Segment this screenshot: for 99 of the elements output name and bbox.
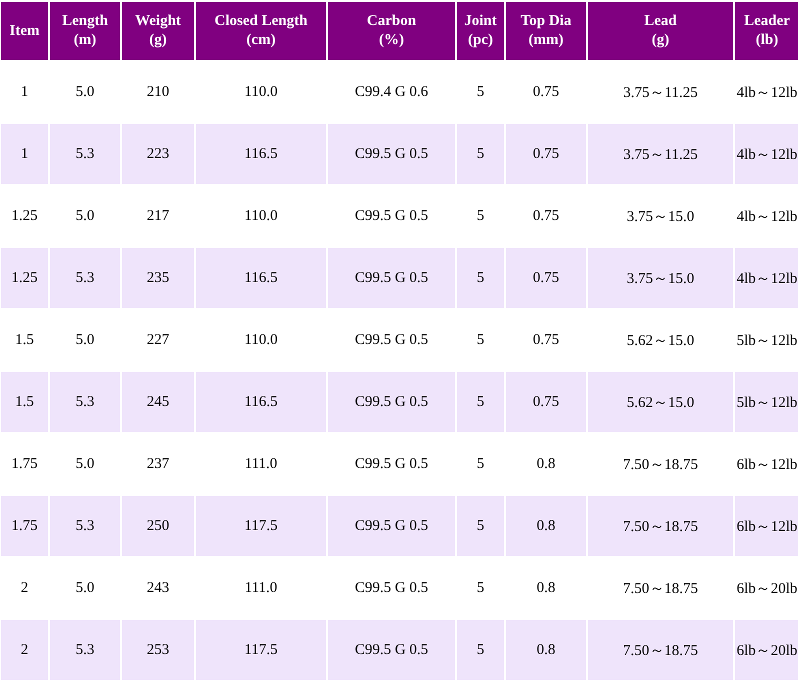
table-cell-text: 110.0 [243, 206, 279, 226]
table-cell-text: 3.75～15.0 [626, 208, 696, 226]
table-cell: 5.3 [50, 496, 120, 556]
table-cell-text: 6lb～12lb [736, 456, 798, 474]
table-cell: 1.75 [1, 496, 48, 556]
table-cell: C99.5 G 0.5 [328, 372, 455, 432]
column-header: Closed Length (cm) [196, 2, 326, 60]
table-cell: C99.5 G 0.5 [328, 124, 455, 184]
table-cell-text: 5 [476, 578, 486, 598]
table-cell-text: 5 [476, 206, 486, 226]
table-cell: 0.75 [506, 124, 586, 184]
table-cell: 1.5 [1, 372, 48, 432]
table-cell-text: 227 [146, 330, 170, 350]
table-cell: C99.5 G 0.5 [328, 248, 455, 308]
table-cell: 0.75 [506, 248, 586, 308]
table-cell-text: 5lb～12lb [736, 332, 798, 350]
table-cell-text: 110.0 [243, 330, 279, 350]
table-cell-text: C99.5 G 0.5 [354, 454, 430, 474]
table-cell-text: C99.5 G 0.5 [354, 578, 430, 598]
table-cell: 1.25 [1, 248, 48, 308]
table-cell-text: 5.0 [74, 82, 96, 102]
table-cell: 116.5 [196, 124, 326, 184]
column-header: Joint (pc) [457, 2, 504, 60]
table-cell-text: 0.75 [532, 330, 560, 350]
table-cell-text: 5 [476, 454, 486, 474]
table-cell-text: 0.8 [536, 454, 556, 474]
table-cell-text: 5 [476, 82, 486, 102]
table-cell-text: 5.0 [74, 578, 96, 598]
table-cell: 0.75 [506, 372, 586, 432]
table-cell-text: 210 [146, 82, 170, 102]
table-cell: 4lb～12lb [735, 248, 798, 308]
table-cell: 2 [1, 620, 48, 680]
table-cell: 117.5 [196, 496, 326, 556]
table-cell: 5lb～12lb [735, 372, 798, 432]
table-cell-text: 243 [146, 578, 170, 598]
table-cell: 0.8 [506, 496, 586, 556]
table-cell: 5 [457, 248, 504, 308]
table-cell-text: 5.0 [74, 206, 96, 226]
table-cell-text: 0.75 [532, 82, 560, 102]
table-cell: 6lb～12lb [735, 496, 798, 556]
table-cell: 5 [457, 496, 504, 556]
table-cell: 4lb～12lb [735, 124, 798, 184]
table-cell: 116.5 [196, 372, 326, 432]
table-cell: 223 [122, 124, 194, 184]
table-cell-text: 0.8 [536, 578, 556, 598]
table-cell: 116.5 [196, 248, 326, 308]
table-cell-text: 111.0 [244, 578, 278, 598]
table-cell-text: 1 [20, 82, 30, 102]
table-cell: 253 [122, 620, 194, 680]
column-header: Weight (g) [122, 2, 194, 60]
table-cell: 7.50～18.75 [588, 496, 733, 556]
table-cell: 5.62～15.0 [588, 372, 733, 432]
table-cell: 5.3 [50, 620, 120, 680]
table-cell: C99.5 G 0.5 [328, 496, 455, 556]
column-header: Length (m) [50, 2, 120, 60]
table-cell: 0.8 [506, 620, 586, 680]
table-cell: 1 [1, 124, 48, 184]
table-cell-text: 110.0 [243, 82, 279, 102]
table-cell-text: 3.75～11.25 [622, 84, 699, 102]
table-cell-text: 1.75 [10, 454, 39, 474]
table-cell: 3.75～11.25 [588, 124, 733, 184]
table-cell-text: 4lb～12lb [736, 84, 798, 102]
table-cell-text: 5 [476, 330, 486, 350]
table-cell-text: 1.5 [14, 330, 35, 350]
table-cell: 3.75～15.0 [588, 248, 733, 308]
table-cell-text: 7.50～18.75 [622, 456, 699, 474]
table-cell: 5.3 [50, 248, 120, 308]
table-cell-text: C99.4 G 0.6 [354, 82, 430, 102]
table-cell: 235 [122, 248, 194, 308]
table-cell: 5 [457, 124, 504, 184]
table-cell: 245 [122, 372, 194, 432]
column-header: Top Dia (mm) [506, 2, 586, 60]
table-cell: 250 [122, 496, 194, 556]
table-cell-text: C99.5 G 0.5 [354, 330, 430, 350]
table-cell-text: 5.0 [74, 330, 96, 350]
column-header: Lead (g) [588, 2, 733, 60]
table-cell-text: C99.5 G 0.5 [354, 206, 430, 226]
table-cell: 5.3 [50, 372, 120, 432]
column-header: Item [1, 2, 48, 60]
table-cell-text: 237 [146, 454, 170, 474]
table-cell-text: 4lb～12lb [736, 208, 798, 226]
table-cell: 5 [457, 372, 504, 432]
table-cell: 5.3 [50, 124, 120, 184]
table-cell-text: 7.50～18.75 [622, 580, 699, 598]
table-cell-text: 111.0 [244, 454, 278, 474]
column-header: Leader (lb) [735, 2, 798, 60]
table-cell-text: 1.25 [10, 206, 39, 226]
table-cell: 117.5 [196, 620, 326, 680]
table-cell: 6lb～20lb [735, 620, 798, 680]
table-cell: C99.5 G 0.5 [328, 620, 455, 680]
table-cell-text: 6lb～20lb [736, 580, 798, 598]
column-header: Carbon (%) [328, 2, 455, 60]
table-cell: 5 [457, 620, 504, 680]
table-cell-text: 0.75 [532, 206, 560, 226]
table-cell: 7.50～18.75 [588, 620, 733, 680]
table-cell-text: 217 [146, 206, 170, 226]
table-cell-text: 2 [20, 578, 30, 598]
table-cell-text: 5.62～15.0 [626, 332, 696, 350]
table-cell-text: 5.0 [74, 454, 96, 474]
